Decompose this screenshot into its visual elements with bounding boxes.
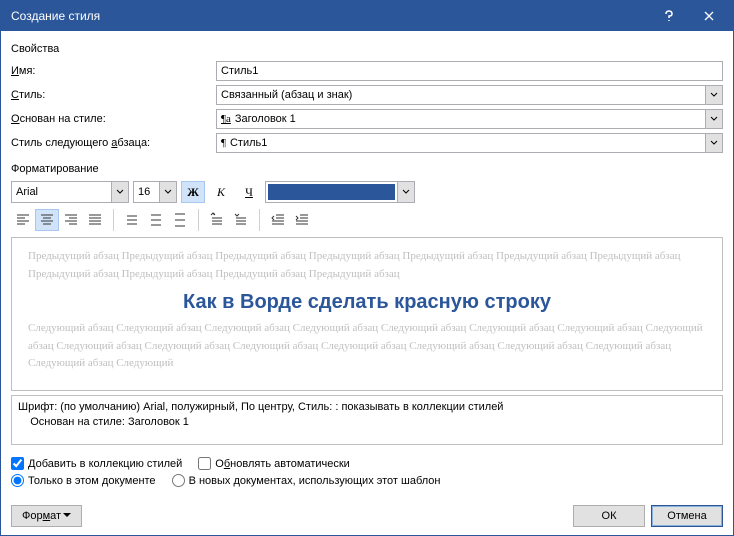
based-on-value: ¶aЗаголовок 1 (216, 109, 705, 129)
chevron-down-icon[interactable] (705, 85, 723, 105)
based-on-label: Основан на стиле: (11, 113, 216, 125)
style-type-combo[interactable]: Связанный (абзац и знак) (216, 85, 723, 105)
formatting-section-label: Форматирование (11, 163, 723, 175)
summary-line-2: Основан на стиле: Заголовок 1 (18, 415, 716, 430)
format-button[interactable]: Формат (11, 505, 82, 527)
new-docs-input[interactable] (172, 474, 185, 487)
cancel-button[interactable]: Отмена (651, 505, 723, 527)
spacing-before-dec-button[interactable] (229, 209, 253, 231)
underline-button[interactable]: Ч (237, 181, 261, 203)
color-swatch (265, 181, 397, 203)
close-button[interactable] (689, 1, 729, 31)
properties-section-label: Свойства (11, 43, 723, 55)
style-type-value: Связанный (абзац и знак) (216, 85, 705, 105)
auto-update-checkbox[interactable]: Обновлять автоматически (198, 457, 350, 470)
align-justify-button[interactable] (83, 209, 107, 231)
preview-sample-text: Как в Ворде сделать красную строку (28, 291, 706, 314)
style-type-label: Стиль: (11, 89, 216, 101)
ok-button[interactable]: ОК (573, 505, 645, 527)
font-color-combo[interactable] (265, 181, 415, 203)
auto-update-input[interactable] (198, 457, 211, 470)
next-style-value: ¶Стиль1 (216, 133, 705, 153)
titlebar: Создание стиля (1, 1, 733, 31)
font-name-combo[interactable]: Arial (11, 181, 129, 203)
style-preview: Предыдущий абзац Предыдущий абзац Предыд… (11, 237, 723, 391)
align-left-button[interactable] (11, 209, 35, 231)
chevron-down-icon[interactable] (705, 109, 723, 129)
pilcrow-icon: ¶a (221, 113, 231, 125)
italic-button[interactable]: К (209, 181, 233, 203)
chevron-down-icon (63, 513, 71, 519)
new-docs-radio[interactable]: В новых документах, использующих этот ша… (172, 474, 441, 487)
dialog-window: Создание стиля Свойства Имя: Стиль: Связ… (0, 0, 734, 536)
only-this-doc-radio[interactable]: Только в этом документе (11, 474, 156, 487)
indent-decrease-button[interactable] (266, 209, 290, 231)
line-spacing-2-button[interactable] (168, 209, 192, 231)
add-to-gallery-input[interactable] (11, 457, 24, 470)
font-size-combo[interactable]: 16 (133, 181, 177, 203)
preview-next-text: Следующий абзац Следующий абзац Следующи… (28, 320, 706, 373)
summary-line-1: Шрифт: (по умолчанию) Arial, полужирный,… (18, 400, 716, 415)
indent-increase-button[interactable] (290, 209, 314, 231)
chevron-down-icon[interactable] (111, 181, 129, 203)
help-button[interactable] (649, 1, 689, 31)
chevron-down-icon[interactable] (705, 133, 723, 153)
style-summary: Шрифт: (по умолчанию) Arial, полужирный,… (11, 395, 723, 445)
add-to-gallery-checkbox[interactable]: Добавить в коллекцию стилей (11, 457, 182, 470)
bold-button[interactable]: Ж (181, 181, 205, 203)
align-center-button[interactable] (35, 209, 59, 231)
name-label: Имя: (11, 65, 216, 77)
pilcrow-icon: ¶ (221, 137, 226, 149)
next-style-label: Стиль следующего абзаца: (11, 137, 216, 149)
chevron-down-icon[interactable] (159, 181, 177, 203)
dialog-title: Создание стиля (11, 9, 649, 23)
chevron-down-icon[interactable] (397, 181, 415, 203)
only-this-doc-input[interactable] (11, 474, 24, 487)
line-spacing-1-button[interactable] (120, 209, 144, 231)
align-right-button[interactable] (59, 209, 83, 231)
name-input[interactable] (216, 61, 723, 81)
based-on-combo[interactable]: ¶aЗаголовок 1 (216, 109, 723, 129)
line-spacing-1-5-button[interactable] (144, 209, 168, 231)
spacing-before-inc-button[interactable] (205, 209, 229, 231)
preview-previous-text: Предыдущий абзац Предыдущий абзац Предыд… (28, 248, 706, 283)
next-style-combo[interactable]: ¶Стиль1 (216, 133, 723, 153)
